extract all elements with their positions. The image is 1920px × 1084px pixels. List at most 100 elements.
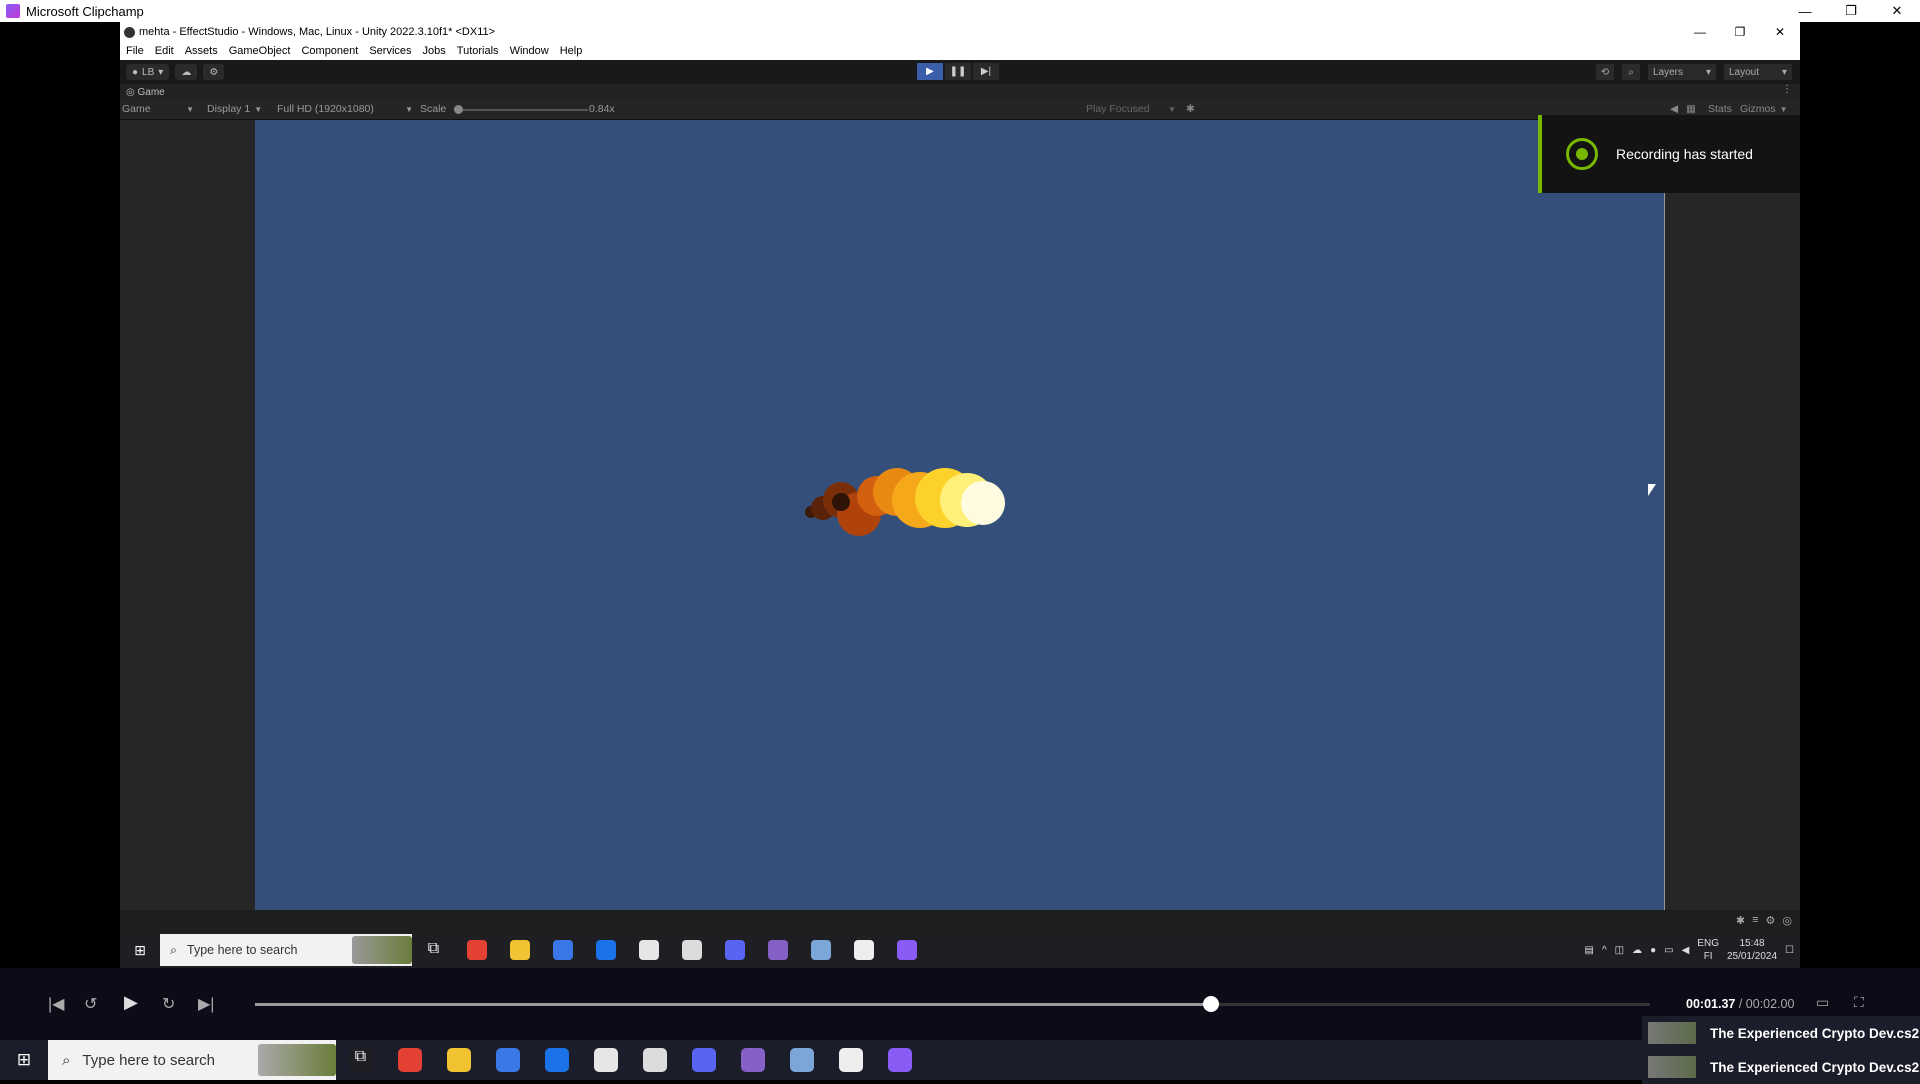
cloud-button[interactable]: ☁ xyxy=(175,64,198,80)
app-icon[interactable] xyxy=(777,1040,826,1080)
captions-off-icon[interactable]: ▭ xyxy=(1816,994,1829,1011)
onedrive-icon[interactable]: ☁ xyxy=(1632,945,1642,956)
unity-minimize-button[interactable]: — xyxy=(1680,22,1720,42)
task-view-icon[interactable]: ⧉ xyxy=(412,932,455,968)
chrome-icon[interactable] xyxy=(385,1040,434,1080)
twitch-icon[interactable] xyxy=(826,1040,875,1080)
skip-back-icon[interactable]: |◀ xyxy=(48,994,64,1014)
timeline-scrubber[interactable] xyxy=(255,996,1650,1012)
discord-icon[interactable] xyxy=(713,932,756,968)
menu-services[interactable]: Services xyxy=(369,45,411,57)
layers-icon[interactable]: ≡ xyxy=(1752,914,1758,927)
chevron-up-icon[interactable]: ^ xyxy=(1602,945,1607,956)
media-title: The Experienced Crypto Dev.cs2 xyxy=(1710,1025,1920,1041)
language-indicator[interactable]: ENG FI xyxy=(1697,937,1719,963)
display-dropdown[interactable]: Display 1 ▼ xyxy=(207,103,262,115)
clipchamp-icon[interactable] xyxy=(875,1040,924,1080)
account-icon: ● xyxy=(132,66,139,78)
network-icon[interactable]: ▭ xyxy=(1664,945,1673,956)
menu-component[interactable]: Component xyxy=(301,45,358,57)
menu-jobs[interactable]: Jobs xyxy=(423,45,446,57)
resolution-dropdown[interactable]: Full HD (1920x1080) ▼ xyxy=(277,103,413,115)
mute-audio-icon[interactable]: ◀ xyxy=(1670,103,1678,115)
search-icon: ⌕ xyxy=(62,1051,71,1069)
task-view-icon[interactable]: ⧉ xyxy=(336,1040,385,1080)
gizmos-button[interactable]: Gizmos ▼ xyxy=(1740,103,1788,115)
windows-start-icon[interactable]: ⊞ xyxy=(0,1040,48,1080)
menu-gameobject[interactable]: GameObject xyxy=(229,45,291,57)
app-icon[interactable] xyxy=(799,932,842,968)
layers-dropdown[interactable]: Layers ▾ xyxy=(1648,64,1716,80)
mail-icon[interactable] xyxy=(532,1040,581,1080)
chrome-icon[interactable] xyxy=(455,932,498,968)
unity-editor-icon[interactable] xyxy=(630,1040,679,1080)
minimize-button[interactable]: — xyxy=(1782,0,1828,22)
unity-editor-icon-glyph xyxy=(681,940,702,960)
news-icon[interactable]: ▤ xyxy=(1584,945,1593,956)
discord-icon[interactable] xyxy=(679,1040,728,1080)
windows-start-icon[interactable]: ⊞ xyxy=(120,932,160,968)
bug-icon[interactable]: ✱ xyxy=(1736,914,1745,927)
mail-icon-glyph xyxy=(544,1048,569,1072)
clock[interactable]: 15:48 25/01/2024 xyxy=(1727,937,1777,963)
play-button[interactable]: ▶ xyxy=(917,63,943,80)
menu-tutorials[interactable]: Tutorials xyxy=(457,45,499,57)
checkmark-icon[interactable]: ◎ xyxy=(1782,914,1792,927)
unity-editor-icon[interactable] xyxy=(670,932,713,968)
bug-icon[interactable]: ✱ xyxy=(1186,103,1195,115)
file-explorer-icon[interactable] xyxy=(434,1040,483,1080)
collab-button[interactable]: ⚙ xyxy=(203,64,225,80)
twitch-icon[interactable] xyxy=(842,932,885,968)
unity-maximize-button[interactable]: ❐ xyxy=(1720,22,1760,42)
menu-help[interactable]: Help xyxy=(560,45,583,57)
menu-window[interactable]: Window xyxy=(510,45,549,57)
microphone-icon[interactable]: ● xyxy=(1650,945,1656,956)
debug-icon[interactable]: ⚙ xyxy=(1766,914,1776,927)
media-notification[interactable]: The Experienced Crypto Dev.cs2 xyxy=(1642,1016,1920,1050)
stats-button[interactable]: Stats xyxy=(1708,103,1732,115)
more-options-icon[interactable]: ⋮ xyxy=(1782,84,1792,95)
view-mode-dropdown[interactable]: Game ▼ xyxy=(122,103,194,115)
play-focused-dropdown[interactable]: Play Focused ▼ xyxy=(1086,103,1176,115)
clipchamp-app-icon xyxy=(6,4,20,18)
taskbar-search-box[interactable]: ⌕ Type here to search xyxy=(160,934,412,966)
menu-file[interactable]: File xyxy=(126,45,144,57)
volume-icon[interactable]: ◀ xyxy=(1682,945,1690,956)
visual-studio-icon[interactable] xyxy=(756,932,799,968)
gizmos-label: Gizmos xyxy=(1740,103,1776,115)
layout-dropdown[interactable]: Layout ▾ xyxy=(1724,64,1792,80)
grid-icon[interactable]: ▦ xyxy=(1686,103,1696,115)
file-explorer-icon[interactable] xyxy=(498,932,541,968)
notification-icon[interactable]: ☐ xyxy=(1785,945,1794,956)
camera-icon[interactable]: ◫ xyxy=(1615,945,1624,956)
mail-icon[interactable] xyxy=(584,932,627,968)
close-button[interactable]: ✕ xyxy=(1874,0,1920,22)
menu-edit[interactable]: Edit xyxy=(155,45,174,57)
unity-hub-icon[interactable] xyxy=(627,932,670,968)
menu-assets[interactable]: Assets xyxy=(185,45,218,57)
media-notification[interactable]: The Experienced Crypto Dev.cs2 xyxy=(1642,1050,1920,1084)
store-icon[interactable] xyxy=(483,1040,532,1080)
scale-slider-handle[interactable] xyxy=(454,105,463,114)
game-render-viewport[interactable] xyxy=(255,120,1664,910)
store-icon[interactable] xyxy=(541,932,584,968)
history-icon[interactable]: ⟲ xyxy=(1596,64,1614,80)
unity-close-button[interactable]: ✕ xyxy=(1760,22,1800,42)
step-button[interactable]: ▶| xyxy=(973,63,999,80)
maximize-button[interactable]: ❐ xyxy=(1828,0,1874,22)
pause-button[interactable]: ❚❚ xyxy=(945,63,971,80)
rewind-5s-icon[interactable]: ↺ xyxy=(84,994,97,1014)
skip-forward-icon[interactable]: ▶| xyxy=(198,994,214,1014)
taskbar-search-box[interactable]: ⌕ Type here to search xyxy=(48,1040,336,1080)
unity-hub-icon[interactable] xyxy=(581,1040,630,1080)
scale-slider-track[interactable] xyxy=(458,109,588,111)
fullscreen-icon[interactable]: ⛶ xyxy=(1854,994,1864,1011)
play-icon[interactable]: ▶ xyxy=(124,992,138,1013)
visual-studio-icon[interactable] xyxy=(728,1040,777,1080)
search-icon[interactable]: ⌕ xyxy=(1622,64,1640,80)
clipchamp-icon[interactable] xyxy=(885,932,928,968)
forward-5s-icon[interactable]: ↻ xyxy=(162,994,175,1014)
account-dropdown[interactable]: ● LB ▾ xyxy=(126,64,170,80)
timeline-playhead[interactable] xyxy=(1202,996,1219,1012)
game-tab[interactable]: ◎ Game xyxy=(126,87,165,98)
